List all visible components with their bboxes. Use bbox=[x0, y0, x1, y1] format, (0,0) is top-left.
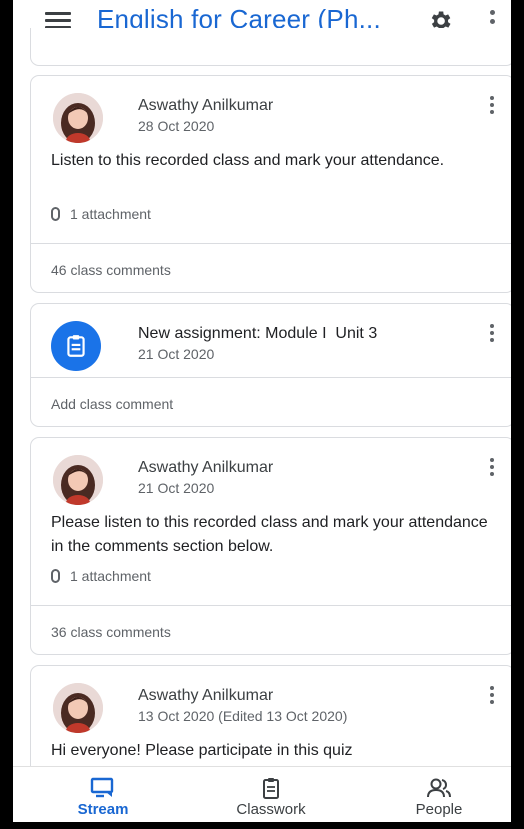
post-card[interactable]: Aswathy Anilkumar 21 Oct 2020 Please lis… bbox=[30, 437, 511, 655]
paperclip-icon bbox=[51, 207, 60, 221]
nav-stream[interactable]: Stream bbox=[63, 767, 143, 822]
post-author: Aswathy Anilkumar bbox=[138, 687, 274, 704]
assignment-card[interactable]: New assignment: Module I Unit 3 21 Oct 2… bbox=[30, 303, 511, 427]
more-vert-icon[interactable] bbox=[489, 324, 495, 344]
assignment-title: New assignment: Module I Unit 3 bbox=[138, 325, 378, 342]
post-date: 28 Oct 2020 bbox=[138, 118, 215, 134]
stream-icon bbox=[90, 777, 114, 798]
post-body: Hi everyone! Please participate in this … bbox=[51, 742, 353, 759]
post-author: Aswathy Anilkumar bbox=[138, 459, 274, 476]
more-vert-icon[interactable] bbox=[489, 96, 495, 116]
add-class-comment[interactable]: Add class comment bbox=[51, 396, 173, 412]
avatar bbox=[53, 683, 103, 733]
class-comments-link[interactable]: 46 class comments bbox=[51, 262, 171, 278]
nav-people-label: People bbox=[415, 801, 463, 818]
class-comments-link[interactable]: 36 class comments bbox=[51, 624, 171, 640]
nav-stream-label: Stream bbox=[77, 801, 129, 818]
post-body: Please listen to this recorded class and… bbox=[51, 514, 488, 555]
previous-post-card bbox=[30, 28, 511, 66]
people-icon bbox=[427, 778, 451, 798]
app-screen: English for Career (Ph... Aswathy Anilku… bbox=[13, 0, 511, 822]
nav-classwork-label: Classwork bbox=[236, 801, 306, 818]
avatar bbox=[53, 455, 103, 505]
paperclip-icon bbox=[51, 569, 60, 583]
divider bbox=[31, 605, 511, 606]
classwork-icon bbox=[263, 778, 279, 799]
post-card[interactable]: Aswathy Anilkumar 28 Oct 2020 Listen to … bbox=[30, 75, 511, 293]
attachments-link[interactable]: 1 attachment bbox=[51, 568, 151, 584]
post-date: 21 Oct 2020 bbox=[138, 480, 215, 496]
post-author: Aswathy Anilkumar bbox=[138, 97, 274, 114]
attachments-label: 1 attachment bbox=[70, 206, 151, 222]
bottom-navigation: Stream Classwork People bbox=[13, 766, 511, 822]
post-date: 13 Oct 2020 (Edited 13 Oct 2020) bbox=[138, 708, 348, 724]
assignment-icon bbox=[51, 321, 101, 371]
attachments-label: 1 attachment bbox=[70, 568, 151, 584]
divider bbox=[31, 243, 511, 244]
more-vert-icon[interactable] bbox=[489, 458, 495, 478]
divider bbox=[31, 377, 511, 378]
avatar bbox=[53, 93, 103, 143]
nav-classwork[interactable]: Classwork bbox=[221, 767, 321, 822]
assignment-date: 21 Oct 2020 bbox=[138, 346, 215, 362]
nav-people[interactable]: People bbox=[399, 767, 479, 822]
more-vert-icon[interactable] bbox=[489, 686, 495, 706]
post-body: Listen to this recorded class and mark y… bbox=[51, 152, 445, 169]
attachments-link[interactable]: 1 attachment bbox=[51, 206, 151, 222]
